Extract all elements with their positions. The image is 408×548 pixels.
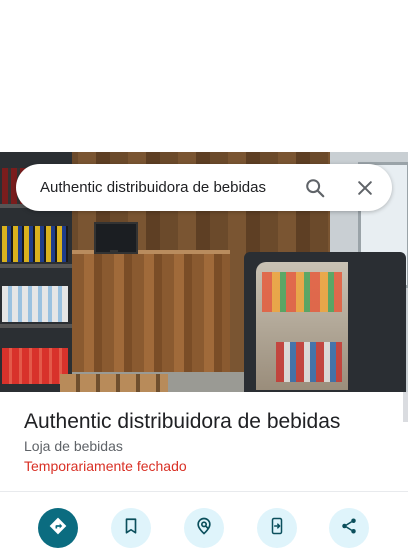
photo-counter (72, 250, 230, 382)
send-to-phone-icon (268, 516, 286, 541)
divider (0, 491, 408, 492)
place-category[interactable]: Loja de bebidas (24, 438, 123, 454)
search-icon[interactable] (303, 176, 327, 200)
search-input[interactable]: Authentic distribuidora de bebidas (40, 179, 303, 196)
save-button[interactable] (111, 508, 151, 548)
directions-icon (48, 516, 68, 541)
bottles (2, 348, 68, 384)
shelf-row (0, 324, 72, 328)
action-buttons (0, 508, 408, 548)
place-status: Temporariamente fechado (24, 458, 187, 474)
bottles (2, 226, 68, 262)
photo-fridge-items (276, 342, 342, 382)
close-icon[interactable] (353, 176, 377, 200)
place-title: Authentic distribuidora de bebidas (24, 410, 341, 433)
share-icon (340, 517, 358, 540)
directions-button[interactable] (38, 508, 78, 548)
place-info-panel: Authentic distribuidora de bebidas Loja … (0, 392, 408, 548)
photo-fridge-items (262, 272, 342, 312)
bookmark-icon (122, 517, 140, 540)
search-bar[interactable]: Authentic distribuidora de bebidas (16, 164, 392, 211)
shelf-row (0, 264, 72, 268)
share-button[interactable] (329, 508, 369, 548)
nearby-icon (194, 516, 214, 541)
bottles (2, 286, 68, 322)
scrollbar[interactable] (403, 392, 408, 422)
nearby-button[interactable] (184, 508, 224, 548)
photo-pallet (60, 374, 168, 392)
photo-monitor-stand (110, 250, 118, 254)
send-to-phone-button[interactable] (257, 508, 297, 548)
